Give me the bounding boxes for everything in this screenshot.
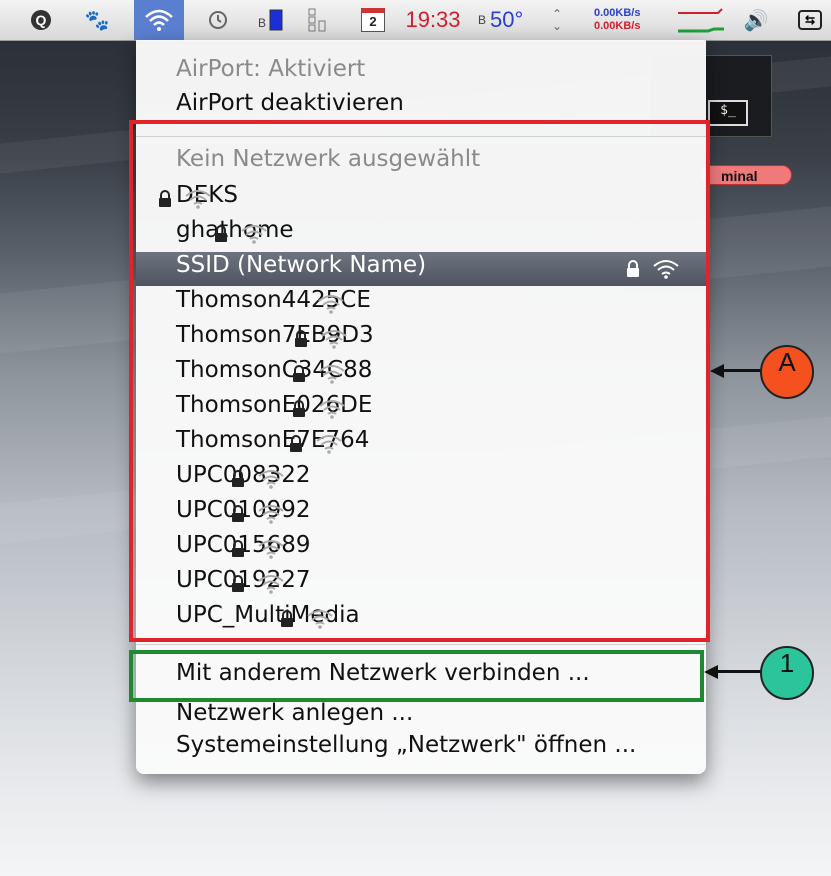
clock-time[interactable]: 19:33 <box>390 0 476 40</box>
arrow-a-head <box>710 364 724 378</box>
callout-a: A <box>760 345 814 399</box>
calendar-icon[interactable]: 2 <box>356 0 390 40</box>
q-icon[interactable]: Q <box>28 0 54 40</box>
svg-text:B: B <box>258 16 266 30</box>
battery-icon[interactable]: B <box>254 0 294 40</box>
volume-icon[interactable]: 🔊 <box>736 0 776 40</box>
annotation-box-a <box>129 120 710 642</box>
arrow-1-head <box>704 665 718 679</box>
callout-1: 1 <box>760 646 814 700</box>
terminal-prompt: $_ <box>708 100 748 126</box>
arrow-1-line <box>712 670 762 673</box>
menu-separator <box>136 644 706 645</box>
net-upload-speed: 0.00KB/s <box>594 7 641 19</box>
temperature-readout[interactable]: B 50° <box>478 0 548 40</box>
airport-status: AirPort: Aktiviert <box>176 56 366 82</box>
paw-icon[interactable]: 🐾 <box>80 0 114 40</box>
net-download-speed: 0.00KB/s <box>594 20 641 32</box>
terminal-badge[interactable]: minal <box>700 165 792 185</box>
airport-toggle-item[interactable]: AirPort deaktivieren <box>176 90 404 124</box>
wifi-icon[interactable] <box>134 0 184 40</box>
up-down-arrows-icon[interactable]: ⌃ ⌄ <box>548 0 566 40</box>
open-network-preferences-item[interactable]: Systemeinstellung „Netzwerk" öffnen ... <box>176 732 636 766</box>
menu-bar: Q 🐾 B 2 19:33 B 50° ⌃ ⌄ 0.00KB/s 0.00KB/… <box>0 0 831 41</box>
thermometer-icon: B <box>478 13 487 27</box>
annotation-box-1 <box>129 650 704 702</box>
temperature-value: 50° <box>490 7 524 32</box>
network-speed-monitor[interactable]: 0.00KB/s 0.00KB/s <box>594 0 674 40</box>
cpu-icon[interactable] <box>300 0 340 40</box>
calendar-day: 2 <box>361 8 385 32</box>
arrow-a-line <box>718 369 762 372</box>
time-machine-icon[interactable] <box>204 0 232 40</box>
create-network-item[interactable]: Netzwerk anlegen ... <box>176 700 413 734</box>
input-menu-icon[interactable]: ⇆ <box>792 0 828 40</box>
network-graph-icon[interactable] <box>676 0 726 40</box>
